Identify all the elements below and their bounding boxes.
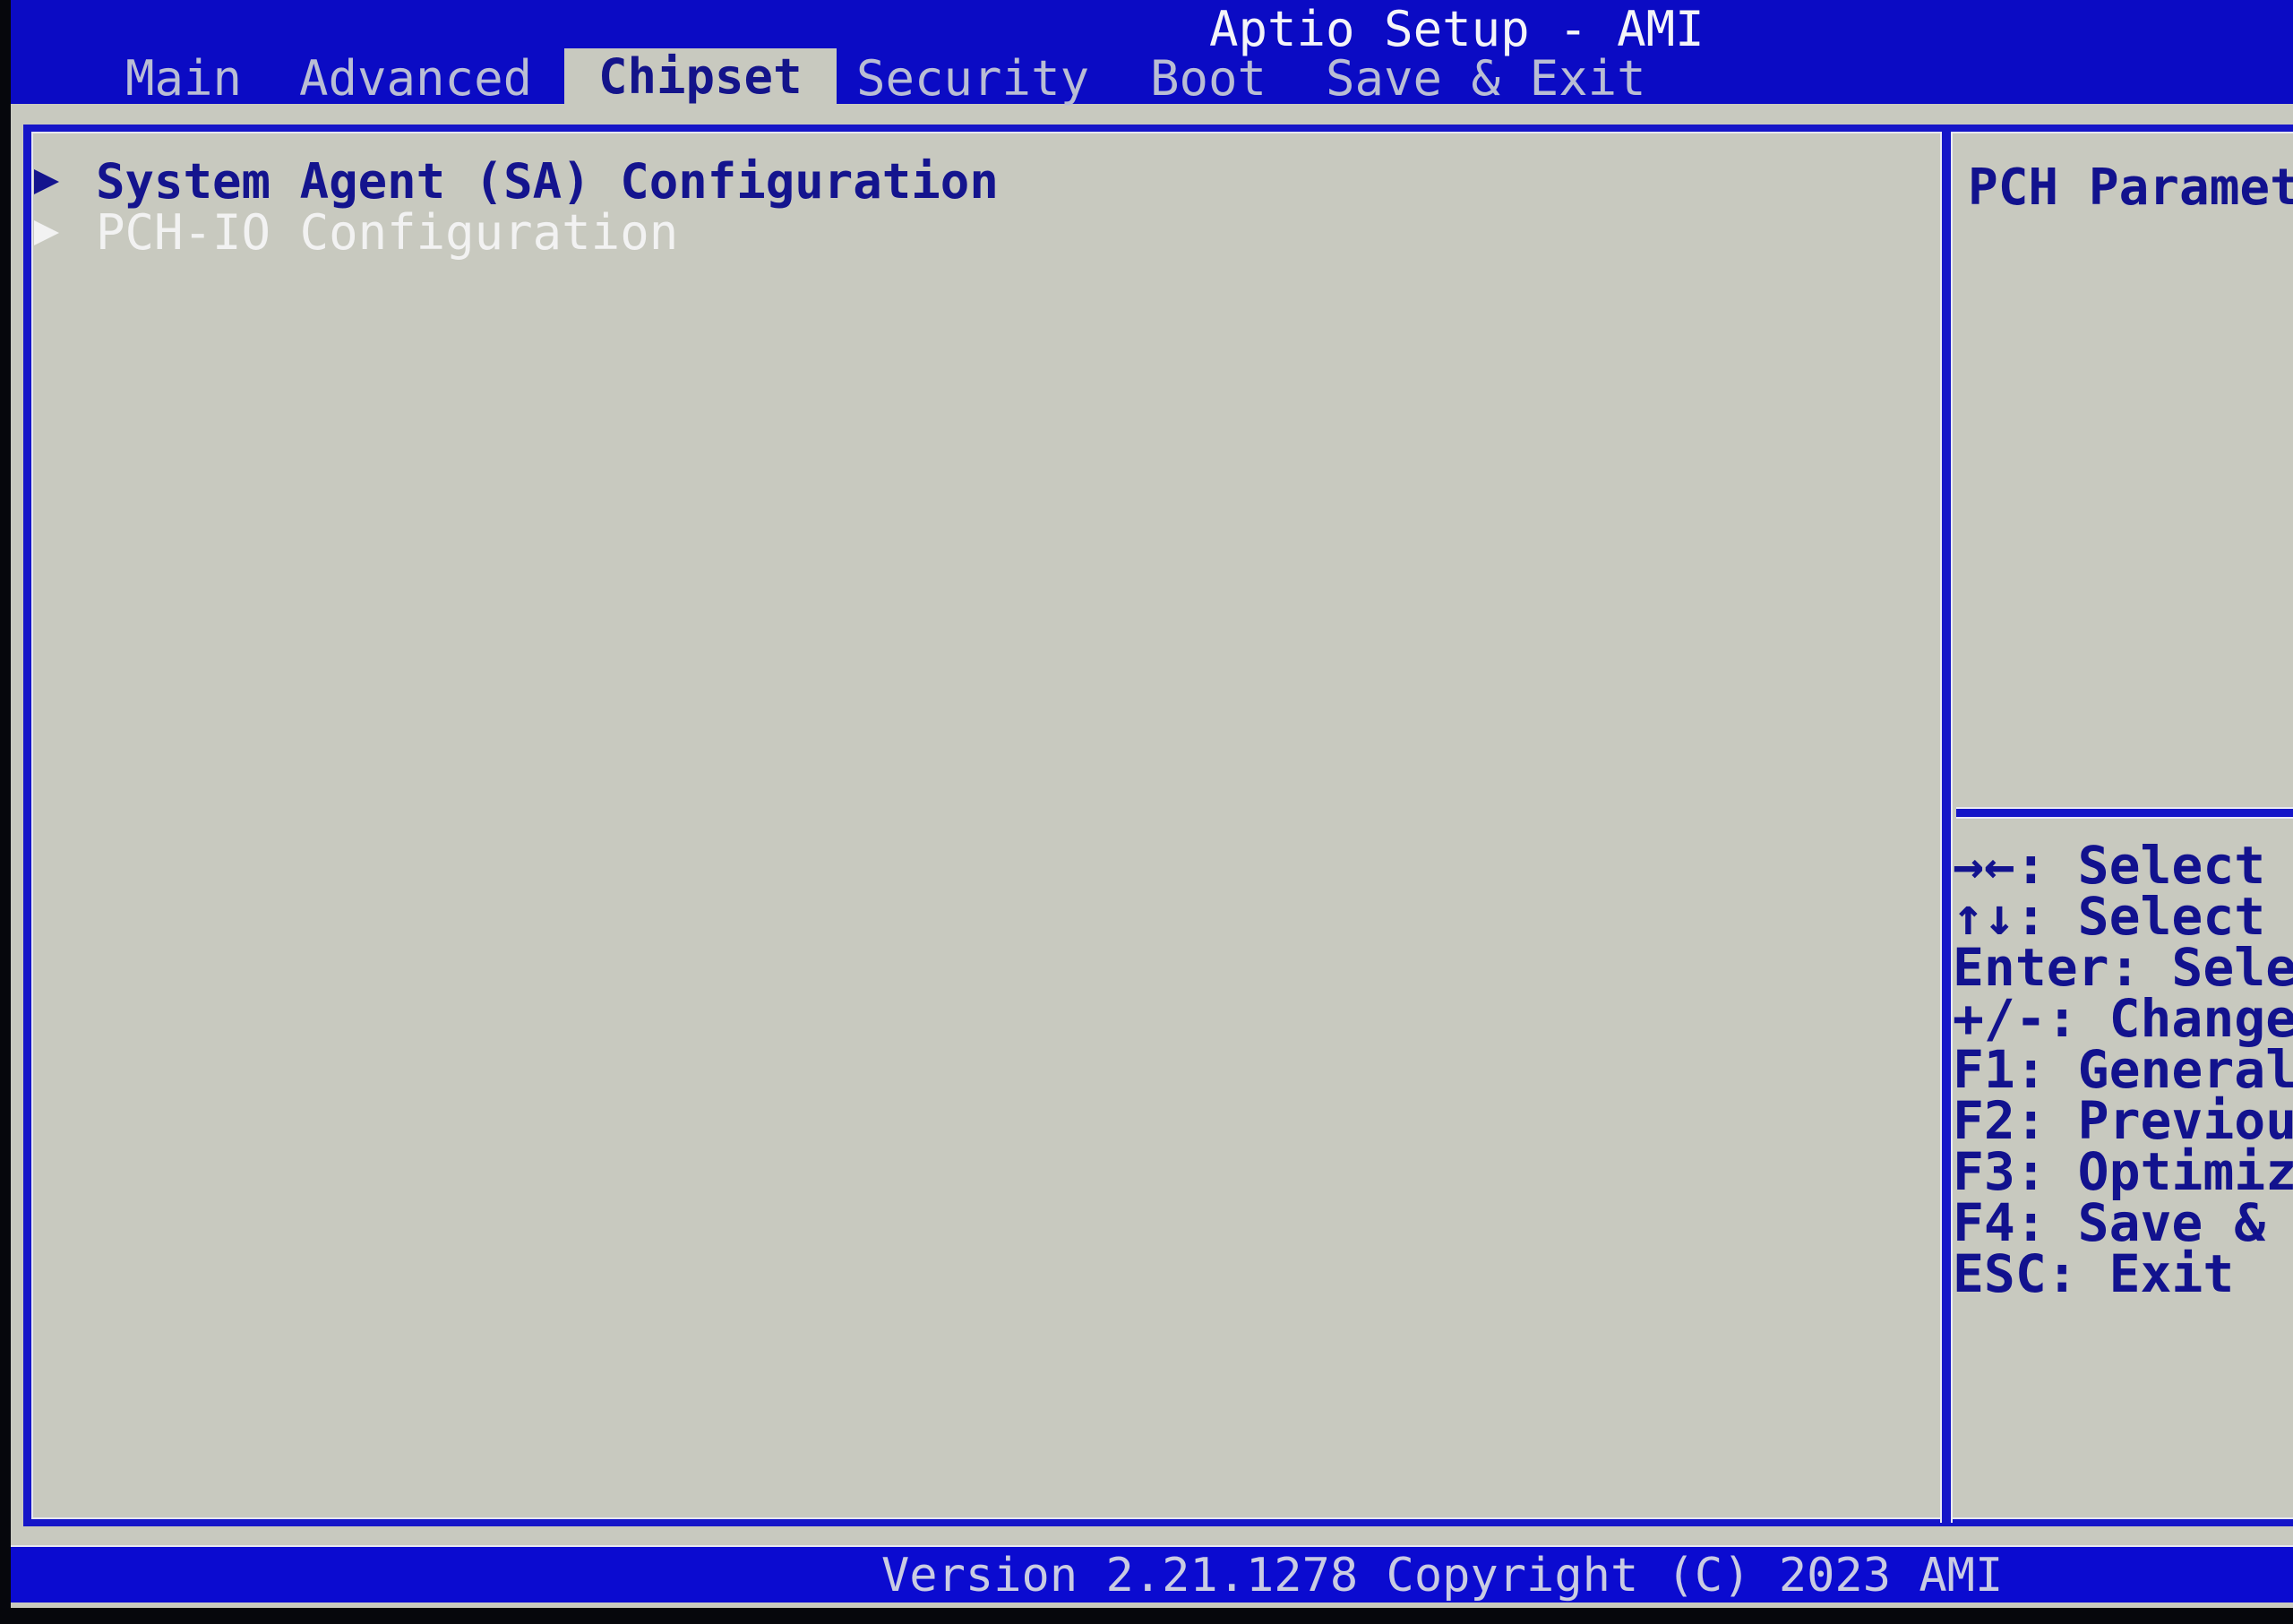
tab-main[interactable]: Main xyxy=(125,54,242,104)
version-copyright: Version 2.21.1278 Copyright (C) 2023 AMI xyxy=(881,1549,2004,1603)
key-help-f4: F4: Save & E xyxy=(1953,1192,2293,1253)
key-help-change: +/-: Change xyxy=(1953,988,2293,1049)
tab-boot[interactable]: Boot xyxy=(1150,54,1267,104)
key-help-f2: F2: Previous xyxy=(1953,1090,2293,1151)
key-help-list: →←: Select S ↑↓: Select I Enter: Selec +… xyxy=(1953,835,2293,1304)
menu-item-label: PCH-IO Configuration xyxy=(96,204,679,261)
tab-security[interactable]: Security xyxy=(856,54,1089,104)
key-help-f1: F1: General xyxy=(1953,1039,2293,1100)
submenu-arrow-icon xyxy=(34,168,59,194)
tab-advanced[interactable]: Advanced xyxy=(299,54,532,104)
key-help-select-item: ↑↓: Select I xyxy=(1953,886,2293,947)
menu-item-label: System Agent (SA) Configuration xyxy=(96,153,999,210)
submenu-arrow-icon xyxy=(34,219,59,245)
footer-bar: Version 2.21.1278 Copyright (C) 2023 AMI xyxy=(11,1545,2293,1603)
menu-item-system-agent[interactable]: System Agent (SA) Configuration xyxy=(34,156,999,207)
header-bar: Aptio Setup - AMI Main Advanced Chipset … xyxy=(11,0,2293,105)
tab-save-exit[interactable]: Save & Exit xyxy=(1326,54,1646,104)
panel-divider xyxy=(1942,132,1951,1523)
app-title: Aptio Setup - AMI xyxy=(1209,1,1705,57)
menu-item-pch-io[interactable]: PCH-IO Configuration xyxy=(34,207,678,258)
key-help-esc: ESC: Exit xyxy=(1953,1243,2235,1304)
bios-screen: Aptio Setup - AMI Main Advanced Chipset … xyxy=(11,0,2293,1608)
key-help-select-screen: →←: Select S xyxy=(1953,835,2293,896)
item-help-description: PCH Paramet xyxy=(1968,159,2293,217)
tab-chipset[interactable]: Chipset xyxy=(564,48,837,105)
help-divider xyxy=(1956,809,2293,817)
key-help-f3: F3: Optimize xyxy=(1953,1141,2293,1202)
main-frame xyxy=(23,125,2293,1526)
key-help-enter: Enter: Selec xyxy=(1953,937,2293,998)
